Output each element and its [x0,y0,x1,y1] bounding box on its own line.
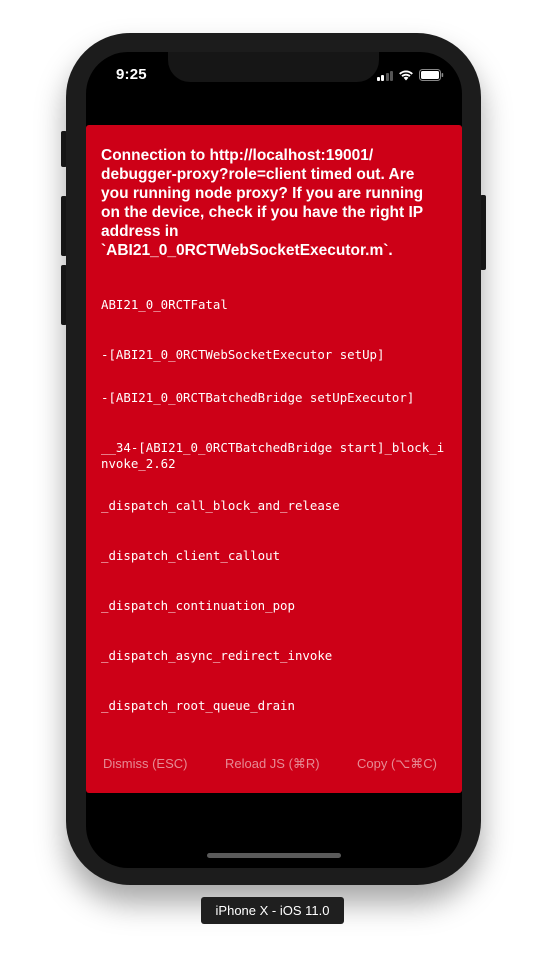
stack-frame[interactable]: -[ABI21_0_0RCTWebSocketExecutor setUp] [101,347,447,363]
dismiss-button[interactable]: Dismiss (ESC) [103,756,188,771]
stack-frame[interactable]: _dispatch_client_callout [101,548,447,564]
stack-frame[interactable]: _dispatch_async_redirect_invoke [101,648,447,664]
status-icons [376,68,445,82]
copy-button[interactable]: Copy (⌥⌘C) [357,756,437,772]
error-message: Connection to http://localhost:19001/ de… [101,147,424,259]
device-label: iPhone X - iOS 11.0 [201,897,344,924]
stack-frame[interactable]: -[ABI21_0_0RCTBatchedBridge setUpExecuto… [101,390,447,406]
stack-frame[interactable]: _dispatch_root_queue_drain [101,698,447,714]
stack-frame[interactable]: _dispatch_continuation_pop [101,598,447,614]
battery-icon [419,69,444,81]
home-indicator[interactable] [207,853,341,858]
wifi-icon [398,69,414,81]
redbox-error-screen: Connection to http://localhost:19001/ de… [86,125,462,793]
status-time: 9:25 [116,66,147,83]
stack-frame[interactable]: __34-[ABI21_0_0RCTBatchedBridge start]_b… [101,440,447,471]
notch [168,52,379,82]
stack-frame[interactable]: _dispatch_call_block_and_release [101,498,447,514]
reload-js-button[interactable]: Reload JS (⌘R) [225,756,320,772]
signal-icon [376,70,393,81]
stack-frame[interactable]: ABI21_0_0RCTFatal [101,297,447,313]
device-screen: 9:25 Connection to http://localhost:1900… [86,52,462,868]
redbox-button-row: Dismiss (ESC) Reload JS (⌘R) Copy (⌥⌘C) [86,753,462,773]
